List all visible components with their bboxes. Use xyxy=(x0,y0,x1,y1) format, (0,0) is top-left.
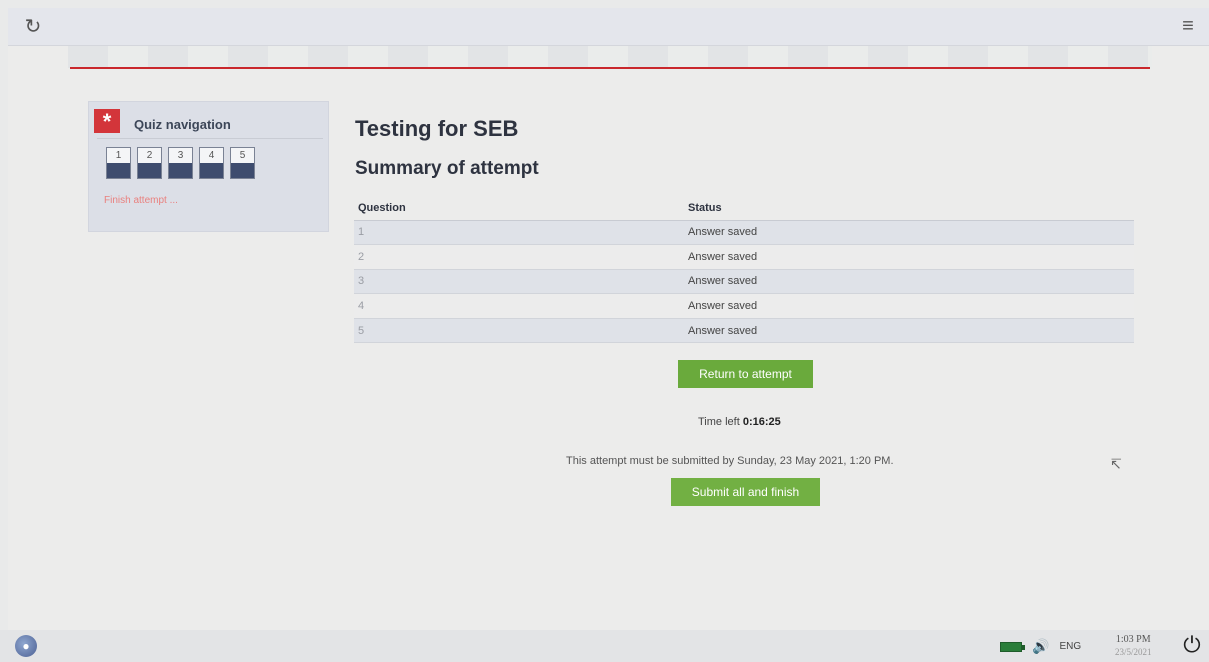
page-content: * Quiz navigation 1 2 3 4 5 Finish attem… xyxy=(8,46,1209,630)
finish-attempt-link[interactable]: Finish attempt ... xyxy=(104,195,178,206)
divider xyxy=(97,138,323,139)
battery-icon[interactable] xyxy=(1000,641,1025,652)
asterisk-icon: * xyxy=(94,109,120,134)
summary-table: Question Status 1 Answer saved 2 Answer … xyxy=(354,196,1134,344)
clock[interactable]: 1:03 PM 23/5/2021 xyxy=(1115,634,1152,658)
answered-fill xyxy=(107,163,130,178)
status-cell: Answer saved xyxy=(684,220,1134,246)
system-tray: 🔊 ENG xyxy=(1000,638,1081,655)
status-cell: Answer saved xyxy=(684,244,1134,270)
start-icon[interactable]: ● xyxy=(15,635,37,657)
status-cell: Answer saved xyxy=(684,318,1134,344)
question-number: 3 xyxy=(177,150,184,161)
time-left: Time left 0:16:25 xyxy=(698,416,781,428)
hamburger-menu-icon[interactable]: ≡ xyxy=(1177,15,1199,37)
mouse-cursor-icon: ↸ xyxy=(1110,456,1122,472)
clock-time: 1:03 PM xyxy=(1115,634,1151,645)
question-button-1[interactable]: 1 xyxy=(106,147,131,179)
submit-deadline-note: This attempt must be submitted by Sunday… xyxy=(566,455,894,467)
question-button-5[interactable]: 5 xyxy=(230,147,255,179)
language-indicator[interactable]: ENG xyxy=(1059,641,1081,652)
question-cell[interactable]: 4 xyxy=(354,293,684,319)
return-to-attempt-button[interactable]: Return to attempt xyxy=(678,360,813,388)
browser-toolbar: ↻ ≡ xyxy=(8,8,1209,46)
page-title: Testing for SEB xyxy=(355,116,519,141)
page-subtitle: Summary of attempt xyxy=(355,158,539,179)
table-row: 1 Answer saved xyxy=(354,220,1134,246)
header-pattern xyxy=(68,46,1152,68)
time-left-label: Time left xyxy=(698,416,740,428)
reload-icon[interactable]: ↻ xyxy=(22,16,44,38)
question-button-2[interactable]: 2 xyxy=(137,147,162,179)
column-header-status: Status xyxy=(684,196,1134,221)
question-number: 5 xyxy=(239,150,246,161)
table-row: 3 Answer saved xyxy=(354,269,1134,295)
column-header-question: Question xyxy=(354,196,684,221)
answered-fill xyxy=(231,163,254,178)
question-cell[interactable]: 5 xyxy=(354,318,684,344)
answered-fill xyxy=(200,163,223,178)
power-icon[interactable]: ⏻ xyxy=(1180,633,1204,657)
answered-fill xyxy=(138,163,161,178)
question-button-4[interactable]: 4 xyxy=(199,147,224,179)
answered-fill xyxy=(169,163,192,178)
question-buttons: 1 2 3 4 5 xyxy=(106,147,255,179)
question-button-3[interactable]: 3 xyxy=(168,147,193,179)
quiz-navigation-title: Quiz navigation xyxy=(134,117,231,132)
volume-icon[interactable]: 🔊 xyxy=(1032,638,1049,655)
question-number: 2 xyxy=(146,150,153,161)
question-cell[interactable]: 2 xyxy=(354,244,684,270)
status-cell: Answer saved xyxy=(684,293,1134,319)
table-header-row: Question Status xyxy=(354,196,1134,221)
status-cell: Answer saved xyxy=(684,269,1134,295)
table-row: 5 Answer saved xyxy=(354,318,1134,344)
question-cell[interactable]: 3 xyxy=(354,269,684,295)
table-row: 2 Answer saved xyxy=(354,244,1134,270)
time-left-value: 0:16:25 xyxy=(742,416,781,428)
question-cell[interactable]: 1 xyxy=(354,220,684,246)
table-row: 4 Answer saved xyxy=(354,293,1134,319)
taskbar: ● 🔊 ENG 1:03 PM 23/5/2021 ⏻ xyxy=(0,630,1209,662)
question-number: 4 xyxy=(208,150,215,161)
header-red-line xyxy=(70,67,1150,69)
question-number: 1 xyxy=(115,150,122,161)
quiz-navigation-block: * Quiz navigation 1 2 3 4 5 Finish attem… xyxy=(88,101,329,232)
submit-all-and-finish-button[interactable]: Submit all and finish xyxy=(671,478,820,506)
clock-date: 23/5/2021 xyxy=(1115,647,1152,657)
